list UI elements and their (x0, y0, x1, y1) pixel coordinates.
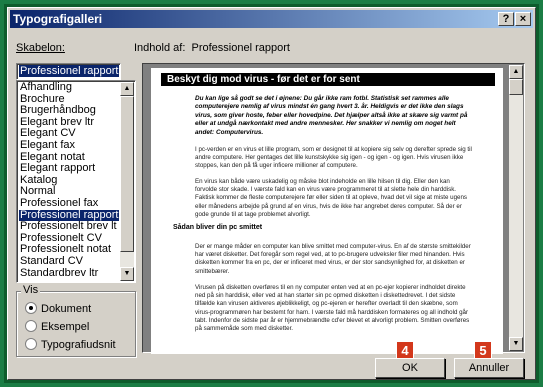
template-label: Skabelon: (16, 42, 65, 54)
scroll-up-icon[interactable]: ▲ (120, 82, 134, 96)
cancel-button[interactable]: Annuller (454, 358, 524, 378)
template-input[interactable]: Professionel rapport (16, 63, 121, 80)
doc-subheading: Sådan bliver din pc smittet (173, 224, 263, 231)
scroll-up-icon[interactable]: ▲ (509, 65, 523, 79)
doc-paragraph: Der er mange måder en computer kan blive… (195, 243, 471, 275)
cancel-step-badge: 5 (474, 341, 492, 359)
scroll-thumb[interactable] (509, 79, 523, 95)
preview-scrollbar[interactable]: ▲ ▼ (509, 65, 523, 351)
doc-heading: Beskyt dig mod virus - før det er for se… (161, 73, 495, 86)
radio-icon[interactable] (25, 338, 37, 350)
radio-icon[interactable] (25, 320, 37, 332)
doc-paragraph: En virus kan både være uskadelig og måsk… (195, 178, 468, 218)
template-list-item[interactable]: Standardbrev ltr (19, 267, 119, 280)
template-list-scrollbar[interactable]: ▲ ▼ (120, 82, 134, 281)
ok-button[interactable]: OK (375, 358, 445, 378)
content-of-label: Indhold af: Professionel rapport (134, 42, 290, 54)
content-of-value: Professionel rapport (191, 42, 290, 54)
doc-paragraph: I pc-verden er en virus et lille program… (195, 146, 472, 170)
template-list-item[interactable]: Elegant rapport (19, 163, 119, 175)
scroll-down-icon[interactable]: ▼ (120, 267, 134, 281)
doc-intro: Du kan lige så godt se det i øjnene: Du … (195, 95, 468, 136)
scroll-thumb[interactable] (120, 96, 134, 252)
radio-icon-selected[interactable] (25, 302, 37, 314)
close-button[interactable]: × (515, 12, 531, 26)
help-button[interactable]: ? (498, 12, 514, 26)
template-list-item[interactable]: Elegant fax (19, 139, 119, 152)
radio-typografiudsnit[interactable]: Typografiudsnit (25, 338, 116, 352)
ok-step-badge: 4 (396, 341, 414, 359)
preview-page: Beskyt dig mod virus - før det er for se… (151, 68, 503, 354)
preview-pane: Beskyt dig mod virus - før det er for se… (142, 63, 525, 354)
template-list-item[interactable]: Afhandling (19, 81, 119, 94)
doc-paragraph: Virusen på disketten overføres til en ny… (195, 284, 470, 333)
template-list-item[interactable]: Standard CV (19, 255, 119, 268)
radio-eksempel[interactable]: Eksempel (25, 320, 89, 334)
view-group: Vis Dokument Eksempel Typografiudsnit (16, 284, 136, 357)
template-list-item[interactable]: Professionel fax (19, 197, 119, 210)
radio-dokument[interactable]: Dokument (25, 302, 91, 316)
typografigalleri-dialog: Typografigalleri ? × Skabelon: Indhold a… (7, 7, 536, 380)
template-input-value: Professionel rapport (19, 65, 120, 77)
view-group-label: Vis (21, 284, 41, 296)
scroll-down-icon[interactable]: ▼ (509, 337, 523, 351)
template-list[interactable]: Afhandling Brochure Brugerhåndbog Elegant b… (16, 80, 136, 283)
title-bar: Typografigalleri ? × (10, 10, 533, 28)
window-title: Typografigalleri (13, 12, 103, 26)
template-list-item[interactable]: Professionelt brev lt (19, 221, 119, 233)
